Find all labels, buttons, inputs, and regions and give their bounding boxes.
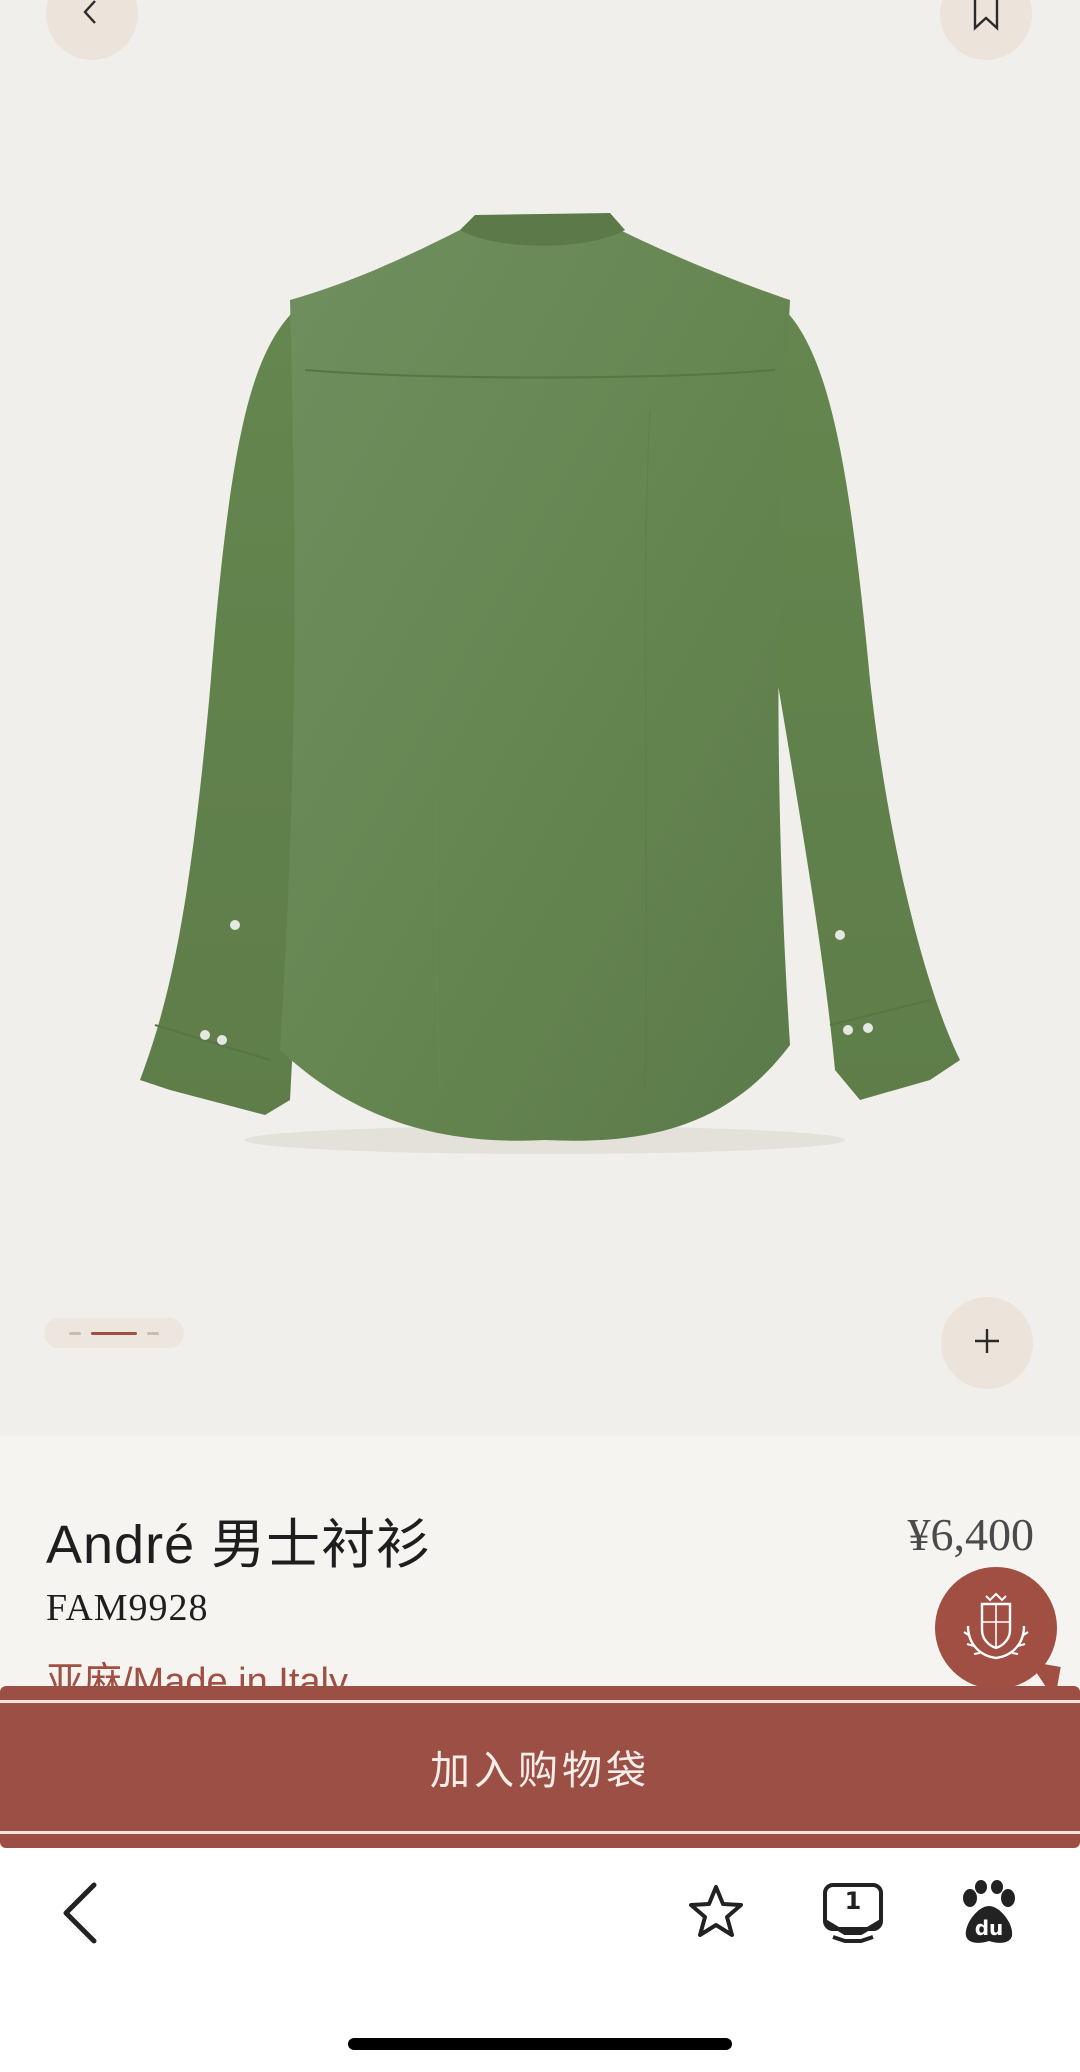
crest-logo-icon [956,1586,1036,1670]
back-button[interactable] [46,0,138,60]
tabs-icon: 1 [821,1881,885,1945]
tabs-count: 1 [844,1887,862,1915]
pager-dot[interactable] [69,1331,81,1335]
product-image-gallery[interactable] [0,0,1080,1436]
pager-dot-active[interactable] [91,1331,137,1335]
star-icon [686,1882,746,1946]
product-image-shirt [130,210,960,1160]
customer-service-button[interactable] [935,1567,1057,1689]
zoom-button[interactable] [941,1297,1033,1389]
pager-dot[interactable] [147,1331,159,1335]
product-sku: FAM9928 [46,1587,209,1629]
product-page: André 男士衬衫 ¥6,400 FAM9928 亚麻/Made in Ita… [0,0,1080,2072]
add-to-bag-button[interactable]: 加入购物袋 [0,1686,1080,1848]
gallery-pager[interactable] [44,1318,184,1348]
bookmark-icon [969,0,1003,36]
product-material: 亚麻/Made in Italy [46,1661,348,1690]
baidu-label: du [974,1916,1004,1940]
favorite-button[interactable] [684,1882,748,1946]
product-title: André 男士衬衫 [46,1515,432,1575]
product-price: ¥6,400 [907,1509,1035,1560]
back-chevron-icon [77,0,107,31]
baidu-button[interactable]: du [958,1880,1020,1946]
baidu-paw-icon: du [958,1880,1020,1946]
plus-icon [973,1327,1001,1359]
bookmark-button[interactable] [940,0,1032,60]
back-chevron-icon [60,1881,100,1949]
browser-back-button[interactable] [50,1880,110,1950]
home-indicator[interactable] [348,2038,732,2050]
tabs-button[interactable]: 1 [820,1880,886,1946]
add-to-bag-label: 加入购物袋 [430,1749,650,1793]
